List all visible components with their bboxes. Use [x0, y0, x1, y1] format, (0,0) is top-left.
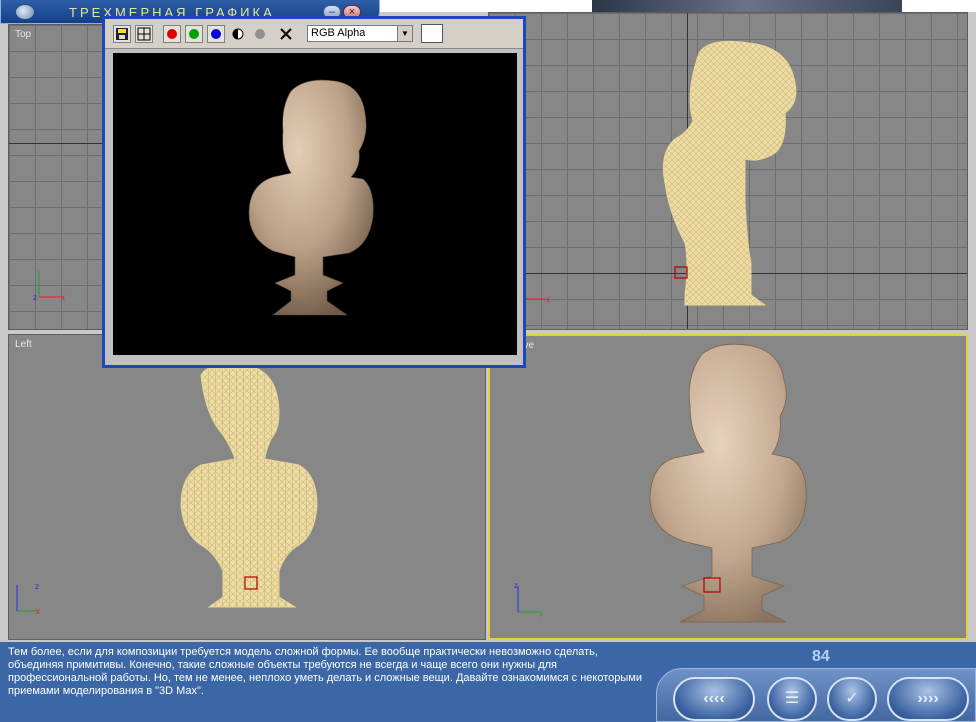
viewport-label: Top	[15, 29, 32, 40]
axis-gizmo: x z	[11, 581, 51, 621]
check-button[interactable]: ✓	[827, 677, 877, 721]
svg-text:z: z	[514, 582, 518, 590]
wireframe-bust-side	[662, 40, 797, 306]
save-button[interactable]	[113, 25, 131, 43]
background-photo	[592, 0, 902, 12]
monochrome-button[interactable]	[251, 25, 269, 43]
page-number: 84	[812, 648, 830, 665]
monochrome-icon	[255, 29, 265, 39]
red-channel-button[interactable]	[163, 25, 181, 43]
clone-icon	[137, 27, 151, 41]
clear-button[interactable]	[277, 25, 295, 43]
rendered-frame-window[interactable]: RGB Alpha ▼	[102, 16, 526, 368]
color-swatch[interactable]	[421, 24, 443, 43]
red-channel-icon	[167, 29, 177, 39]
wireframe-bust-front	[180, 363, 318, 608]
app-logo-icon[interactable]	[15, 4, 35, 20]
axis-gizmo: x z	[31, 265, 71, 305]
viewport-perspective[interactable]: ective y z	[488, 334, 968, 640]
chevron-down-icon[interactable]: ▼	[397, 26, 412, 41]
viewport-left[interactable]: Left x z	[8, 334, 486, 640]
alpha-channel-icon	[232, 28, 244, 40]
rendered-bust-image	[248, 79, 374, 316]
menu-button[interactable]: ☰	[767, 677, 817, 721]
green-channel-button[interactable]	[185, 25, 203, 43]
back-button[interactable]: ‹‹‹‹	[673, 677, 755, 721]
svg-text:x: x	[36, 607, 40, 616]
app-window: ТРЕХМЕРНАЯ ГРАФИКА – × x Top x z Left x …	[0, 0, 976, 722]
shaded-bust	[649, 343, 807, 623]
alpha-channel-button[interactable]	[229, 25, 247, 43]
forward-button[interactable]: ››››	[887, 677, 969, 721]
bottom-panel: Тем более, если для композиции требуется…	[0, 642, 976, 722]
clear-icon	[280, 28, 292, 40]
svg-text:z: z	[33, 293, 37, 302]
channel-select[interactable]: RGB Alpha ▼	[307, 25, 413, 42]
viewport-front[interactable]: x	[488, 12, 968, 330]
green-channel-icon	[189, 29, 199, 39]
lesson-text: Тем более, если для композиции требуется…	[8, 646, 642, 697]
svg-text:x: x	[61, 293, 65, 302]
channel-select-value: RGB Alpha	[311, 27, 366, 39]
render-toolbar: RGB Alpha ▼	[105, 19, 523, 49]
svg-text:x: x	[546, 295, 550, 304]
render-canvas	[113, 53, 517, 355]
blue-channel-button[interactable]	[207, 25, 225, 43]
navigation-bar: ‹‹‹‹ ☰ ✓ ››››	[656, 668, 976, 722]
save-icon	[116, 28, 128, 40]
blue-channel-icon	[211, 29, 221, 39]
axis-gizmo: y z	[510, 582, 550, 622]
svg-text:z: z	[35, 582, 39, 591]
clone-button[interactable]	[135, 25, 153, 43]
svg-text:y: y	[539, 608, 543, 617]
pivot-marker	[674, 266, 688, 279]
